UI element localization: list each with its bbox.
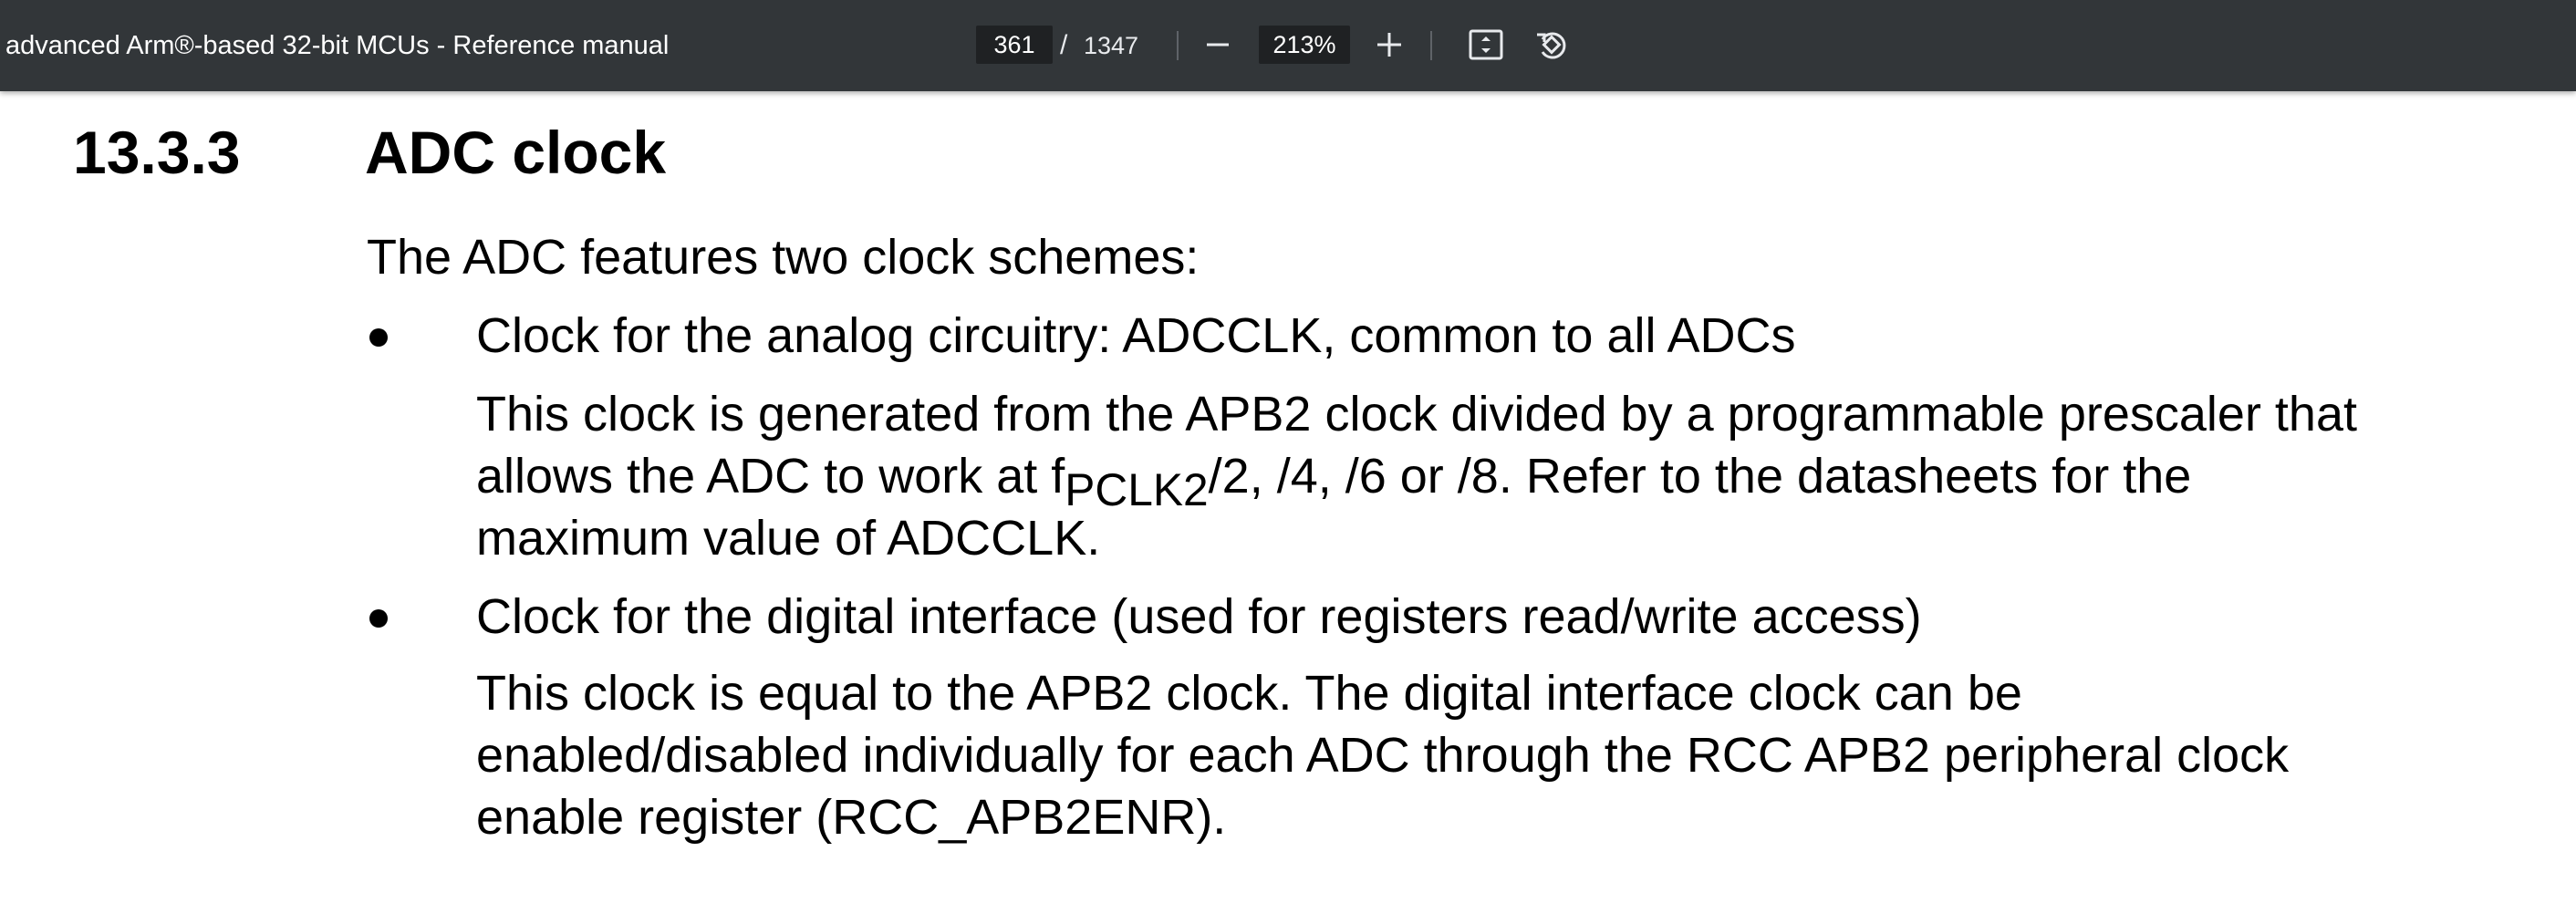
- bullet-icon: [369, 328, 388, 347]
- page-number-input[interactable]: 361: [976, 26, 1053, 64]
- document-title: advanced Arm®-based 32-bit MCUs - Refere…: [5, 31, 670, 60]
- zoom-level-input[interactable]: 213%: [1259, 26, 1350, 64]
- section-title: ADC clock: [365, 119, 667, 186]
- paragraph-line: maximum value of ADCCLK.: [476, 511, 1101, 566]
- fit-page-icon: [1469, 29, 1503, 60]
- pdf-toolbar: advanced Arm®-based 32-bit MCUs - Refere…: [0, 0, 2576, 91]
- plus-icon: [1377, 33, 1401, 57]
- text-span: /2, /4, /6 or /8. Refer to the datasheet…: [1208, 449, 2192, 504]
- paragraph-line: This clock is equal to the APB2 clock. T…: [476, 666, 2022, 721]
- paragraph-line: enable register (RCC_APB2ENR).: [476, 790, 1227, 845]
- text-span: allows the ADC to work at f: [476, 449, 1065, 504]
- bullet-heading: Clock for the analog circuitry: ADCCLK, …: [476, 308, 1796, 363]
- rotate-icon: [1537, 32, 1566, 59]
- page-separator: /: [1060, 30, 1068, 60]
- paragraph-line: This clock is generated from the APB2 cl…: [476, 387, 2357, 441]
- toolbar-divider: [1430, 31, 1432, 60]
- zoom-in-button[interactable]: [1365, 20, 1414, 69]
- bullet-heading: Clock for the digital interface (used fo…: [476, 589, 1922, 644]
- paragraph-line: allows the ADC to work at fPCLK2/2, /4, …: [476, 445, 2192, 513]
- bullet-icon: [369, 609, 388, 628]
- minus-icon: [1207, 43, 1229, 47]
- rotate-button[interactable]: [1527, 20, 1576, 69]
- zoom-out-button[interactable]: [1193, 20, 1242, 69]
- paragraph-line: enabled/disabled individually for each A…: [476, 728, 2290, 783]
- fit-page-button[interactable]: [1461, 20, 1511, 69]
- toolbar-divider: [1177, 31, 1179, 60]
- page-total: 1347: [1084, 32, 1139, 59]
- intro-paragraph: The ADC features two clock schemes:: [367, 230, 1200, 285]
- section-number: 13.3.3: [73, 119, 241, 186]
- document-page: 13.3.3 ADC clock The ADC features two cl…: [0, 91, 2576, 914]
